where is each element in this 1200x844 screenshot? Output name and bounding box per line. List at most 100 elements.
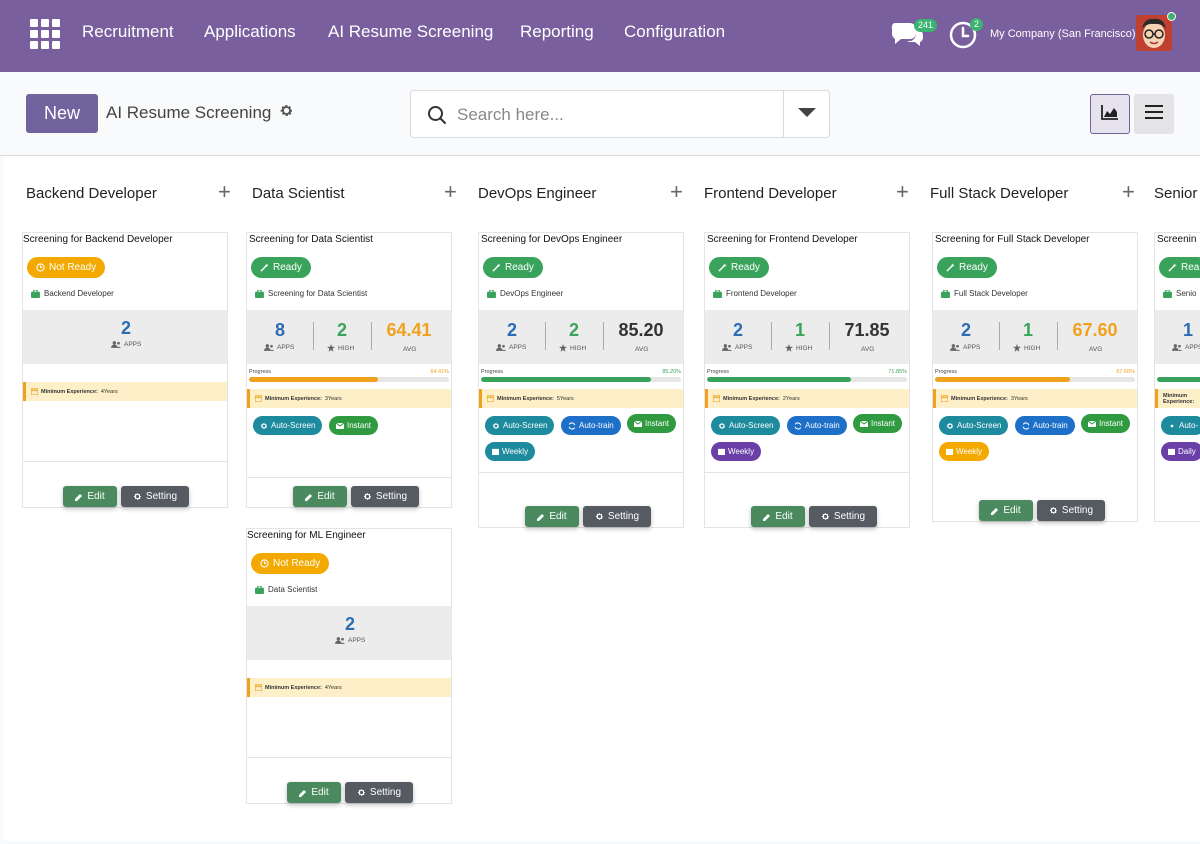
column-add-icon[interactable]: + [896, 179, 909, 205]
search-input[interactable] [457, 103, 777, 127]
column-add-icon[interactable]: + [218, 179, 231, 205]
min-experience: Minimum Experience: 3Years [247, 389, 451, 408]
stats-panel: 2 APPS [23, 310, 227, 364]
nav-configuration[interactable]: Configuration [624, 22, 725, 42]
edit-button[interactable]: Edit [293, 486, 347, 507]
tag-weekly: Weekly [485, 442, 536, 461]
stats-panel: 1 APPS [1155, 310, 1200, 364]
user-avatar[interactable] [1136, 15, 1172, 51]
avg-score: 71.85 [844, 320, 890, 340]
column-add-icon[interactable]: + [670, 179, 683, 205]
sync-icon [794, 421, 802, 430]
setting-button[interactable]: Setting [1037, 500, 1105, 521]
briefcase-icon [255, 289, 264, 298]
briefcase-icon [255, 585, 264, 594]
screening-card[interactable]: Screening for Backend Developer Not Read… [22, 232, 228, 508]
nav-ai-resume-screening[interactable]: AI Resume Screening [328, 22, 493, 42]
setting-button[interactable]: Setting [809, 506, 877, 527]
apps-count: 2 [344, 614, 355, 634]
min-experience: Minimum Experience: 2Years [705, 389, 909, 408]
tag-weekly: Weekly [939, 442, 990, 461]
apps-count: 2 [506, 320, 517, 340]
gear-icon [363, 493, 371, 500]
role-label: Full Stack Developer [954, 289, 1028, 298]
edit-button[interactable]: Edit [979, 500, 1033, 521]
messages-icon[interactable]: 241 [890, 18, 938, 50]
column-add-icon[interactable]: + [444, 179, 457, 205]
gear-icon[interactable] [279, 103, 294, 123]
edit-button[interactable]: Edit [287, 782, 341, 803]
screening-card[interactable]: Screening for Frontend Developer Ready F… [704, 232, 910, 528]
progress-fill [481, 377, 652, 382]
calendar-icon [713, 395, 720, 402]
setting-button[interactable]: Setting [351, 486, 419, 507]
setting-button[interactable]: Setting [583, 506, 651, 527]
activity-clock-icon[interactable]: 2 [948, 18, 984, 50]
apps-label: APPS [1172, 344, 1200, 351]
setting-button[interactable]: Setting [121, 486, 189, 507]
status-label: Not Ready [273, 558, 321, 569]
card-title: Screenin [1157, 234, 1197, 245]
company-switcher[interactable]: My Company (San Francisco) [990, 28, 1136, 40]
min-experience: Minimum Experience: 4Years [247, 678, 451, 697]
pencil-icon [991, 507, 999, 515]
column-add-icon[interactable]: + [1122, 179, 1135, 205]
nav-reporting[interactable]: Reporting [520, 22, 594, 42]
users-icon [335, 637, 345, 644]
calendar-icon [1168, 448, 1175, 455]
briefcase-icon [487, 289, 496, 298]
apps-count: 8 [274, 320, 285, 340]
card-title: Screening for DevOps Engineer [481, 234, 623, 245]
stats-panel: 2 APPS 2 HIGH 85.20 AVG [479, 310, 683, 364]
gear-icon [492, 422, 500, 429]
calendar-icon [941, 395, 948, 402]
stats-panel: 2 APPS 1 HIGH 67.60 AVG [933, 310, 1137, 364]
screening-card[interactable]: Screening for Full Stack Developer Ready… [932, 232, 1138, 522]
apps-label: APPS [496, 344, 526, 351]
high-label: HIGH [559, 344, 586, 352]
nav-applications[interactable]: Applications [204, 22, 296, 42]
tag-auto-train: Auto-train [561, 416, 621, 435]
progress-label: Progress [707, 369, 730, 375]
column-title-frontend: Frontend Developer [704, 185, 837, 202]
stats-panel: 2 APPS [247, 606, 451, 660]
control-panel: New AI Resume Screening [0, 72, 1200, 156]
progress-label: Progress [249, 369, 272, 375]
role: Senio [1163, 289, 1196, 298]
status-badge: Ready [937, 257, 997, 278]
new-button[interactable]: New [26, 94, 98, 133]
min-experience: Minimum Experience: 3Years [933, 389, 1137, 408]
breadcrumb: AI Resume Screening [106, 103, 294, 123]
edit-button[interactable]: Edit [525, 506, 579, 527]
gear-icon [595, 513, 603, 520]
min-experience: Minimum Experience: [1155, 389, 1200, 408]
area-chart-icon [1101, 104, 1119, 125]
calendar-icon [718, 448, 725, 455]
list-icon [1145, 104, 1163, 124]
search-options-toggle[interactable] [783, 91, 829, 137]
view-list-button[interactable] [1134, 94, 1174, 134]
column-title-senior: Senior [1154, 185, 1198, 202]
divider [479, 472, 683, 473]
card-title: Screening for Backend Developer [23, 234, 173, 245]
screening-card[interactable]: Screening for DevOps Engineer Ready DevO… [478, 232, 684, 528]
progress-bar [707, 377, 907, 382]
view-graph-button[interactable] [1090, 94, 1130, 134]
edit-button[interactable]: Edit [63, 486, 117, 507]
screening-card[interactable]: Screening for Data Scientist Ready Scree… [246, 232, 452, 508]
min-experience: Minimum Experience: 4Years [23, 382, 227, 401]
clock-icon [260, 559, 269, 568]
screening-card[interactable]: Screenin Rea Senio 1 APPS Minimum Experi… [1154, 232, 1200, 522]
screening-card[interactable]: Screening for ML Engineer Not Ready Data… [246, 528, 452, 804]
column-title-fullstack: Full Stack Developer [930, 185, 1069, 202]
calendar-icon [946, 448, 953, 455]
nav-recruitment[interactable]: Recruitment [82, 22, 174, 42]
gear-icon [1170, 424, 1174, 427]
pencil-icon [75, 493, 83, 501]
app-grid-icon[interactable] [30, 19, 60, 49]
status-label: Ready [273, 262, 302, 273]
edit-button[interactable]: Edit [751, 506, 805, 527]
tag-instant: Instant [329, 416, 379, 435]
envelope-icon [336, 422, 344, 429]
setting-button[interactable]: Setting [345, 782, 413, 803]
